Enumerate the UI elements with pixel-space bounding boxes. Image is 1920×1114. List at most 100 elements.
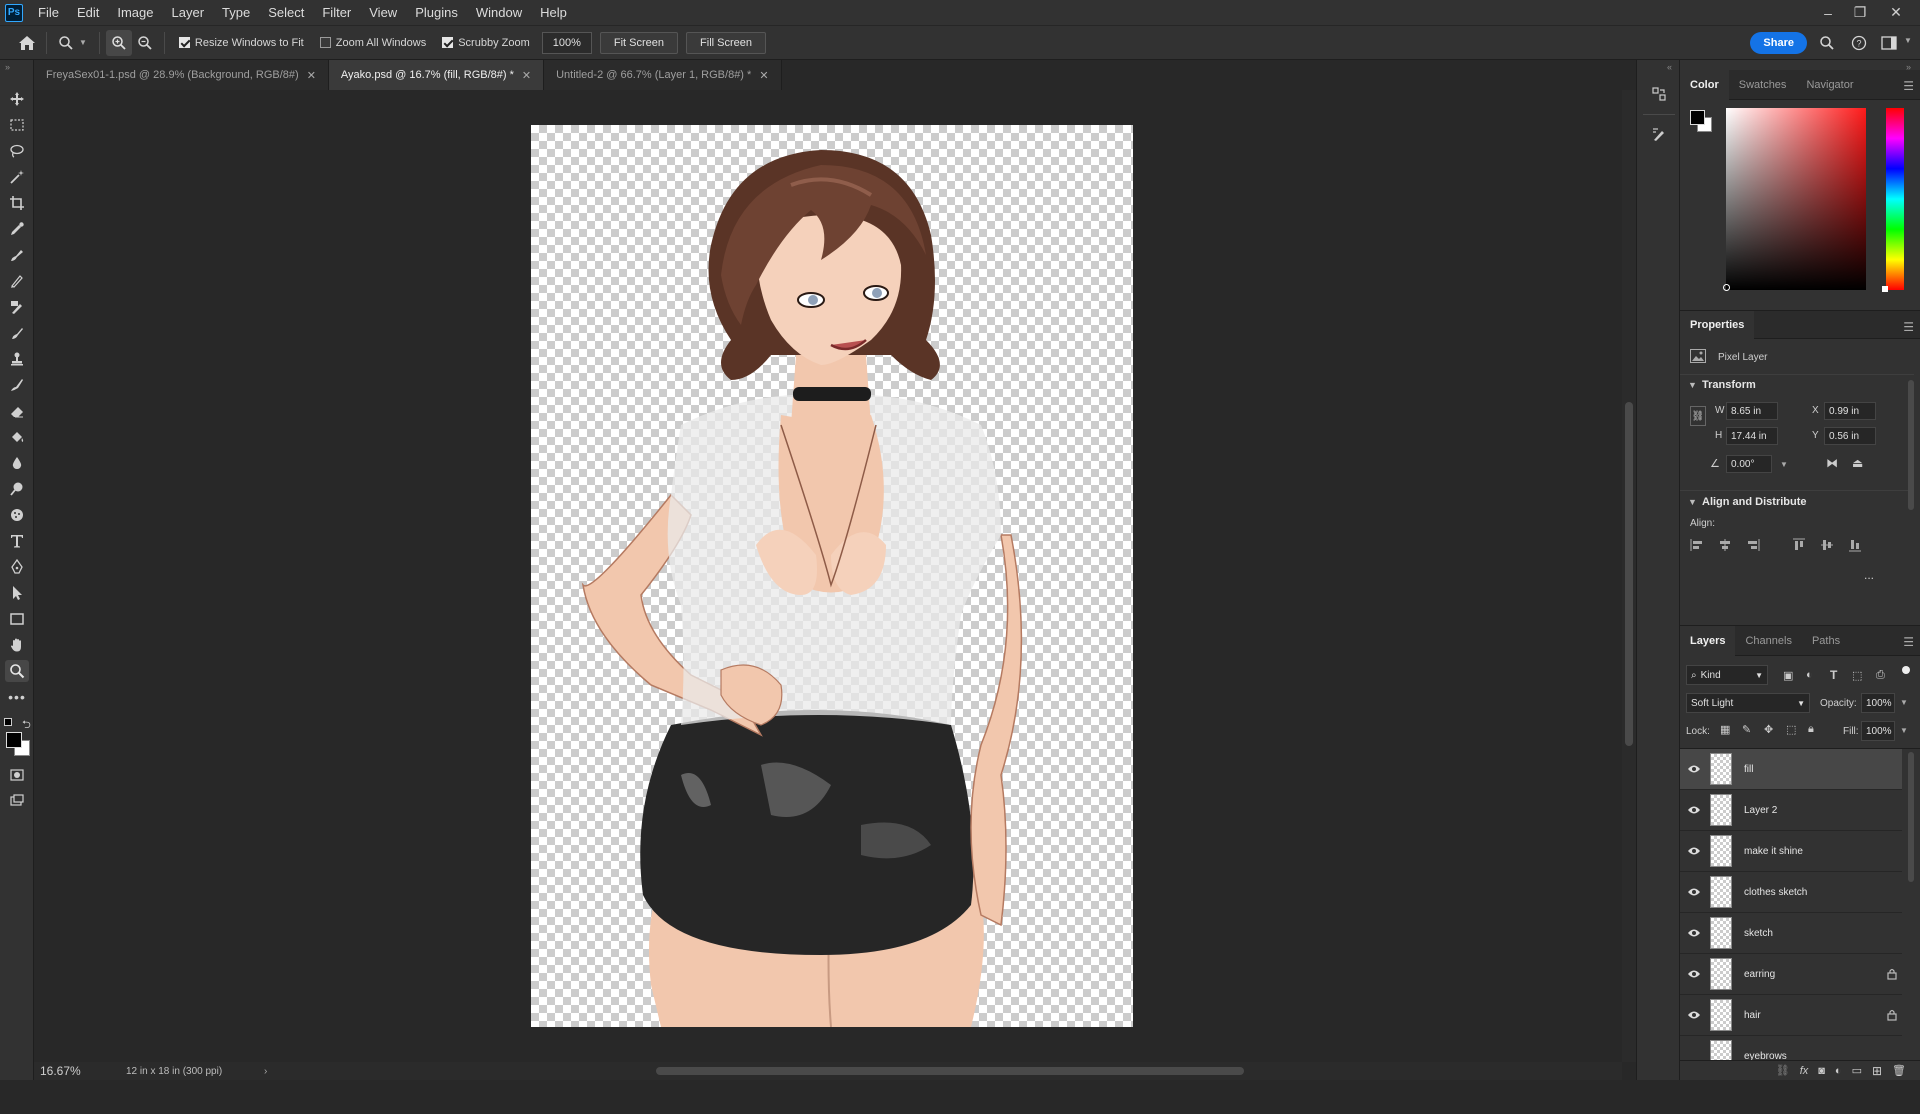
layer-style-fx-icon[interactable]: fx xyxy=(1800,1065,1809,1077)
menu-file[interactable]: File xyxy=(29,0,68,25)
color-picker-handle[interactable] xyxy=(1723,284,1730,291)
layer-row[interactable]: make it shine xyxy=(1680,831,1902,872)
height-field[interactable]: 17.44 in xyxy=(1726,427,1778,445)
restore-icon[interactable]: ❐ xyxy=(1844,0,1876,25)
add-mask-icon[interactable]: ◙ xyxy=(1818,1065,1825,1077)
chevron-down-icon[interactable]: ▼ xyxy=(1688,497,1697,507)
delete-layer-icon[interactable]: 🗑︎ xyxy=(1892,1064,1906,1077)
align-bottom-icon[interactable] xyxy=(1848,538,1862,552)
align-section-title[interactable]: Align and Distribute xyxy=(1702,496,1807,508)
move-tool-icon[interactable] xyxy=(5,88,29,110)
tab-paths[interactable]: Paths xyxy=(1802,626,1850,656)
filter-adjustment-icon[interactable]: ◐ xyxy=(1806,669,1813,681)
hand-tool-icon[interactable] xyxy=(5,634,29,656)
zoom-tool-icon[interactable] xyxy=(5,660,29,682)
clone-stamp-tool-icon[interactable] xyxy=(5,296,29,318)
link-layers-icon[interactable]: ⛓ xyxy=(1776,1064,1790,1077)
eyedropper-tool-icon[interactable] xyxy=(5,218,29,240)
chevron-down-icon[interactable]: ▼ xyxy=(1904,36,1912,45)
fill-field[interactable]: 100% xyxy=(1861,721,1895,741)
horizontal-scrollbar[interactable] xyxy=(34,1062,1622,1080)
angle-field[interactable]: 0.00° xyxy=(1726,455,1772,473)
width-field[interactable]: 8.65 in xyxy=(1726,402,1778,420)
lock-artboard-icon[interactable]: ⬚ xyxy=(1786,723,1796,736)
link-icon[interactable]: ⛓ xyxy=(1690,406,1706,426)
menu-type[interactable]: Type xyxy=(213,0,259,25)
fill-screen-button[interactable]: Fill Screen xyxy=(686,31,766,54)
layer-name[interactable]: sketch xyxy=(1744,928,1902,939)
resize-windows-checkbox[interactable]: Resize Windows to Fit xyxy=(178,37,304,49)
filter-pixel-icon[interactable]: ▣ xyxy=(1783,669,1793,682)
visibility-eye-icon[interactable] xyxy=(1680,846,1708,856)
tab-color[interactable]: Color xyxy=(1680,69,1729,100)
layer-filter-kind[interactable]: ⌕ Kind ▼ xyxy=(1686,665,1768,685)
vertical-scrollbar[interactable] xyxy=(1622,90,1636,1062)
fit-screen-button[interactable]: Fit Screen xyxy=(599,31,679,54)
flip-horizontal-icon[interactable]: ⧓ xyxy=(1826,456,1838,470)
menu-select[interactable]: Select xyxy=(259,0,313,25)
properties-scrollbar-thumb[interactable] xyxy=(1908,380,1914,510)
hue-slider[interactable] xyxy=(1882,108,1904,292)
close-tab-icon[interactable]: ✕ xyxy=(307,69,316,82)
default-colors-icon[interactable] xyxy=(4,718,12,726)
close-tab-icon[interactable]: ✕ xyxy=(522,69,531,82)
visibility-eye-icon[interactable] xyxy=(1680,887,1708,897)
workspace-icon[interactable] xyxy=(1876,30,1902,56)
lock-pixels-icon[interactable]: ✎ xyxy=(1742,723,1751,736)
expand-toolbar-icon[interactable]: » xyxy=(5,62,10,72)
align-left-icon[interactable] xyxy=(1690,538,1704,552)
layer-row[interactable]: sketch xyxy=(1680,913,1902,954)
minimize-icon[interactable]: – xyxy=(1812,0,1844,25)
align-middle-icon[interactable] xyxy=(1820,538,1834,552)
layer-row[interactable]: clothes sketch xyxy=(1680,872,1902,913)
panel-menu-icon[interactable]: ☰ xyxy=(1903,635,1914,649)
new-layer-icon[interactable]: ⊞ xyxy=(1872,1064,1882,1078)
visibility-eye-icon[interactable] xyxy=(1680,969,1708,979)
tab-properties[interactable]: Properties xyxy=(1680,310,1755,339)
foreground-color-swatch[interactable] xyxy=(6,732,22,748)
scrubby-zoom-checkbox[interactable]: Scrubby Zoom xyxy=(442,37,530,49)
layer-name[interactable]: Layer 2 xyxy=(1744,805,1902,816)
flip-vertical-icon[interactable]: ⏏ xyxy=(1852,456,1863,470)
menu-filter[interactable]: Filter xyxy=(313,0,360,25)
filter-smart-object-icon[interactable]: ⎙ xyxy=(1876,669,1885,682)
sponge-tool-icon[interactable] xyxy=(5,504,29,526)
status-zoom-level[interactable]: 16.67% xyxy=(40,1064,81,1078)
home-icon[interactable] xyxy=(14,30,40,56)
y-field[interactable]: 0.56 in xyxy=(1824,427,1876,445)
checkbox-checked-icon[interactable] xyxy=(178,37,190,48)
menu-layer[interactable]: Layer xyxy=(163,0,214,25)
tab-document-active[interactable]: Ayako.psd @ 16.7% (fill, RGB/8#) * ✕ xyxy=(328,60,545,90)
chevron-down-icon[interactable]: ▼ xyxy=(79,38,87,47)
zoom-tool-preset-icon[interactable] xyxy=(53,30,79,56)
visibility-eye-icon[interactable] xyxy=(1680,805,1708,815)
menu-help[interactable]: Help xyxy=(531,0,576,25)
menu-image[interactable]: Image xyxy=(108,0,162,25)
transform-section-title[interactable]: Transform xyxy=(1702,379,1756,391)
tab-channels[interactable]: Channels xyxy=(1735,626,1801,656)
zoom-percent-field[interactable]: 100% xyxy=(541,31,592,54)
brush-tool-icon[interactable] xyxy=(5,270,29,292)
layer-lock-icon[interactable] xyxy=(1882,968,1902,980)
zoom-in-icon[interactable] xyxy=(105,29,132,56)
color-field[interactable] xyxy=(1723,108,1866,291)
chevron-down-icon[interactable]: ▼ xyxy=(1780,460,1788,469)
type-tool-icon[interactable] xyxy=(5,530,29,552)
align-center-icon[interactable] xyxy=(1718,538,1732,552)
blur-tool-icon[interactable] xyxy=(5,452,29,474)
panel-menu-icon[interactable]: ☰ xyxy=(1903,79,1914,93)
layer-name[interactable]: earring xyxy=(1744,969,1882,980)
blend-mode-dropdown[interactable]: Soft Light ▼ xyxy=(1686,693,1810,713)
checkbox-unchecked-icon[interactable] xyxy=(319,37,331,48)
help-icon[interactable]: ? xyxy=(1846,30,1872,56)
brush-settings-icon[interactable] xyxy=(1647,122,1671,146)
layer-row[interactable]: hair xyxy=(1680,995,1902,1036)
tab-document[interactable]: FreyaSex01-1.psd @ 28.9% (Background, RG… xyxy=(34,60,329,90)
checkbox-checked-icon[interactable] xyxy=(442,37,454,48)
layer-name[interactable]: make it shine xyxy=(1744,846,1902,857)
marquee-tool-icon[interactable] xyxy=(5,114,29,136)
horizontal-scrollbar-thumb[interactable] xyxy=(656,1067,1244,1075)
close-window-icon[interactable]: ✕ xyxy=(1880,0,1912,25)
new-group-icon[interactable]: ▭ xyxy=(1852,1064,1862,1077)
screen-mode-icon[interactable] xyxy=(5,790,29,812)
